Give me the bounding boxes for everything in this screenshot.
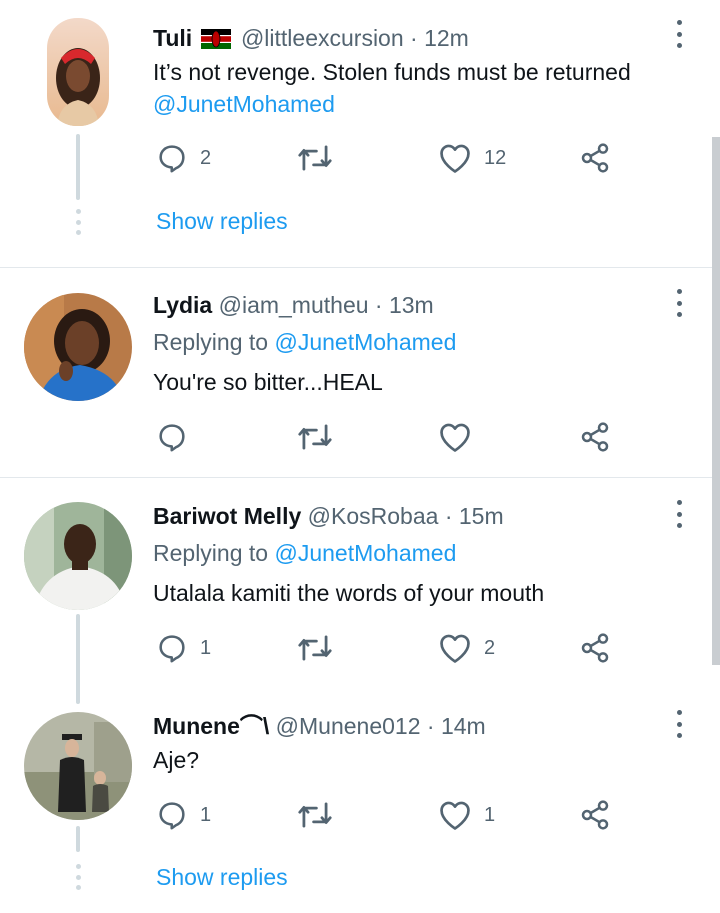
- tweet-header: Tuli @littleexcursion · 12m: [153, 24, 469, 52]
- handle[interactable]: @littleexcursion: [241, 25, 404, 51]
- reply-count: 2: [200, 146, 212, 169]
- tweet-text: You're so bitter...HEAL: [153, 369, 383, 395]
- thread-line: [76, 826, 80, 852]
- tweet-text: It’s not revenge. Stolen funds must be r…: [153, 56, 631, 120]
- timestamp[interactable]: · 14m: [427, 713, 486, 739]
- replying-to: Replying to @JunetMohamed: [153, 538, 456, 568]
- retweet-icon: [298, 145, 332, 171]
- reply-icon: [159, 145, 185, 173]
- reply-button[interactable]: 2: [156, 142, 211, 174]
- like-count: 2: [484, 636, 496, 659]
- tweet-header: Lydia @iam_mutheu · 13m: [153, 291, 434, 319]
- share-button[interactable]: [579, 799, 611, 831]
- retweet-icon: [298, 424, 332, 450]
- timestamp[interactable]: · 15m: [445, 503, 504, 529]
- kenya-flag-icon: [200, 29, 231, 49]
- tweet-header: Munene⌒\ @Munene012 · 14m: [153, 712, 486, 740]
- thread-line: [76, 614, 80, 704]
- more-icon[interactable]: [671, 500, 687, 528]
- reply-count: 1: [200, 636, 212, 659]
- reply-button[interactable]: 1: [156, 799, 211, 831]
- reply-button[interactable]: [156, 421, 188, 453]
- avatar[interactable]: [24, 712, 132, 820]
- timestamp[interactable]: · 12m: [410, 25, 469, 51]
- handle[interactable]: @Munene012: [276, 713, 421, 739]
- reply-count: 1: [200, 803, 212, 826]
- retweet-button[interactable]: [297, 632, 333, 664]
- display-name[interactable]: Lydia: [153, 292, 212, 318]
- tweet-text-line: It’s not revenge. Stolen funds must be r…: [153, 59, 631, 85]
- avatar[interactable]: [47, 18, 109, 126]
- replying-to: Replying to @JunetMohamed: [153, 327, 456, 357]
- retweet-button[interactable]: [297, 799, 333, 831]
- share-icon: [581, 143, 609, 173]
- mention-link[interactable]: @JunetMohamed: [274, 329, 456, 355]
- retweet-icon: [298, 802, 332, 828]
- share-icon: [581, 800, 609, 830]
- like-button[interactable]: [438, 421, 472, 453]
- divider: [0, 267, 720, 268]
- share-icon: [581, 422, 609, 452]
- display-name[interactable]: Bariwot Melly: [153, 503, 301, 529]
- like-icon: [440, 423, 470, 452]
- share-icon: [581, 633, 609, 663]
- reply-icon: [159, 424, 185, 452]
- like-count: 1: [484, 803, 496, 826]
- share-button[interactable]: [579, 142, 611, 174]
- tweet-text: Aje?: [153, 747, 200, 773]
- like-icon: [440, 801, 470, 830]
- thread-dots: [74, 864, 82, 890]
- retweet-icon: [298, 635, 332, 661]
- show-replies-link[interactable]: Show replies: [156, 206, 288, 236]
- tweet-header: Bariwot Melly @KosRobaa · 15m: [153, 502, 504, 530]
- thread-line: [76, 134, 80, 200]
- display-name[interactable]: Munene⌒\: [153, 713, 269, 739]
- reply-button[interactable]: 1: [156, 632, 211, 664]
- more-icon[interactable]: [671, 289, 687, 317]
- share-button[interactable]: [579, 632, 611, 664]
- like-button[interactable]: 1: [438, 799, 495, 831]
- retweet-button[interactable]: [297, 421, 333, 453]
- like-icon: [440, 144, 470, 173]
- handle[interactable]: @KosRobaa: [308, 503, 439, 529]
- retweet-button[interactable]: [297, 142, 333, 174]
- like-button[interactable]: 2: [438, 632, 495, 664]
- divider: [0, 477, 720, 478]
- timestamp[interactable]: · 13m: [375, 292, 434, 318]
- handle[interactable]: @iam_mutheu: [219, 292, 369, 318]
- more-icon[interactable]: [671, 710, 687, 738]
- thread-dots: [74, 209, 82, 235]
- reply-icon: [159, 802, 185, 830]
- avatar[interactable]: [24, 502, 132, 610]
- replying-to-label: Replying to: [153, 329, 269, 355]
- replying-to-label: Replying to: [153, 540, 269, 566]
- tweet-text: Utalala kamiti the words of your mouth: [153, 580, 545, 606]
- like-icon: [440, 634, 470, 663]
- like-button[interactable]: 12: [438, 142, 506, 174]
- display-name[interactable]: Tuli: [153, 25, 192, 51]
- like-count: 12: [484, 146, 507, 169]
- mention-link[interactable]: @JunetMohamed: [274, 540, 456, 566]
- mention-link[interactable]: @JunetMohamed: [153, 88, 631, 120]
- more-icon[interactable]: [671, 20, 687, 48]
- share-button[interactable]: [579, 421, 611, 453]
- scrollbar[interactable]: [712, 137, 720, 665]
- show-replies-link[interactable]: Show replies: [156, 862, 288, 892]
- reply-icon: [159, 635, 185, 663]
- avatar[interactable]: [24, 293, 132, 401]
